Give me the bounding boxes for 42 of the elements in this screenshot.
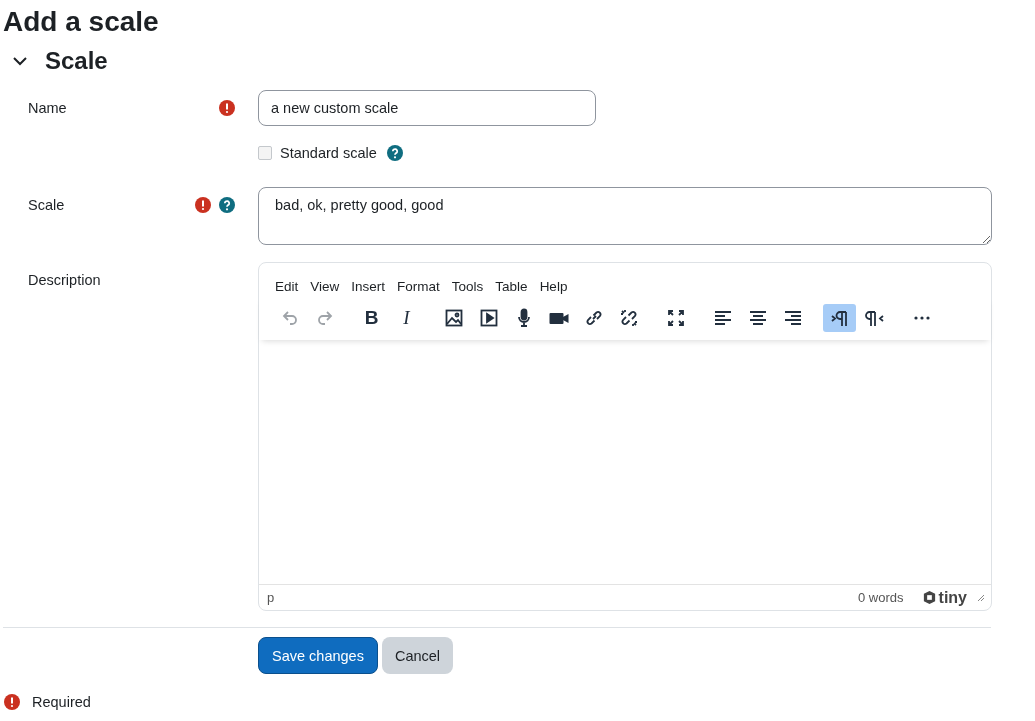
field-label: Scale <box>28 196 66 215</box>
menu-item[interactable]: Table <box>491 277 532 296</box>
unlink-icon <box>618 308 639 328</box>
required-icon <box>4 694 20 710</box>
help-icon[interactable] <box>219 197 235 213</box>
media-icon <box>478 308 499 328</box>
name-field[interactable]: a new custom scale <box>258 90 596 126</box>
page-title: Add a scale <box>3 5 160 39</box>
help-icon[interactable] <box>386 145 403 161</box>
checkbox[interactable] <box>258 146 272 160</box>
scale-text-area[interactable]: bad, ok, pretty good, good <box>258 187 992 245</box>
element-path[interactable]: p <box>267 590 275 605</box>
link-icon <box>583 308 604 328</box>
align-left-icon <box>712 308 733 328</box>
resize-handle-icon[interactable] <box>977 593 985 602</box>
ltr-icon <box>829 308 850 328</box>
italic-button[interactable]: I <box>390 304 423 332</box>
menu-item[interactable]: Help <box>535 277 572 296</box>
field-label: Name <box>28 99 68 118</box>
menu-item[interactable]: Tools <box>447 277 488 296</box>
required-note: Required <box>32 694 91 710</box>
fullscreen-icon <box>665 308 686 328</box>
menu-item[interactable]: Insert <box>347 277 390 296</box>
field-label: Description <box>28 271 102 290</box>
rtl-icon <box>864 308 885 328</box>
more-icon <box>913 316 930 320</box>
image-icon <box>443 308 464 328</box>
section-title[interactable]: Scale <box>45 46 108 76</box>
bold-button[interactable]: B <box>355 304 388 332</box>
menu-item[interactable]: View <box>306 277 344 296</box>
word-count[interactable]: 0 words <box>858 590 904 605</box>
save-button[interactable]: Save changes <box>258 637 378 674</box>
menu-item[interactable]: Edit <box>271 277 303 296</box>
logo-icon[interactable] <box>921 590 937 605</box>
cancel-button[interactable]: Cancel <box>381 637 454 674</box>
checkbox-label: Standard scale <box>280 145 377 161</box>
chevron-icon[interactable] <box>13 56 27 66</box>
align-right-icon <box>782 308 803 328</box>
ltr-button[interactable] <box>823 304 856 332</box>
menu-item[interactable]: Format <box>393 277 444 296</box>
align-center-icon <box>747 308 768 328</box>
brand-name[interactable]: tiny <box>938 588 967 607</box>
